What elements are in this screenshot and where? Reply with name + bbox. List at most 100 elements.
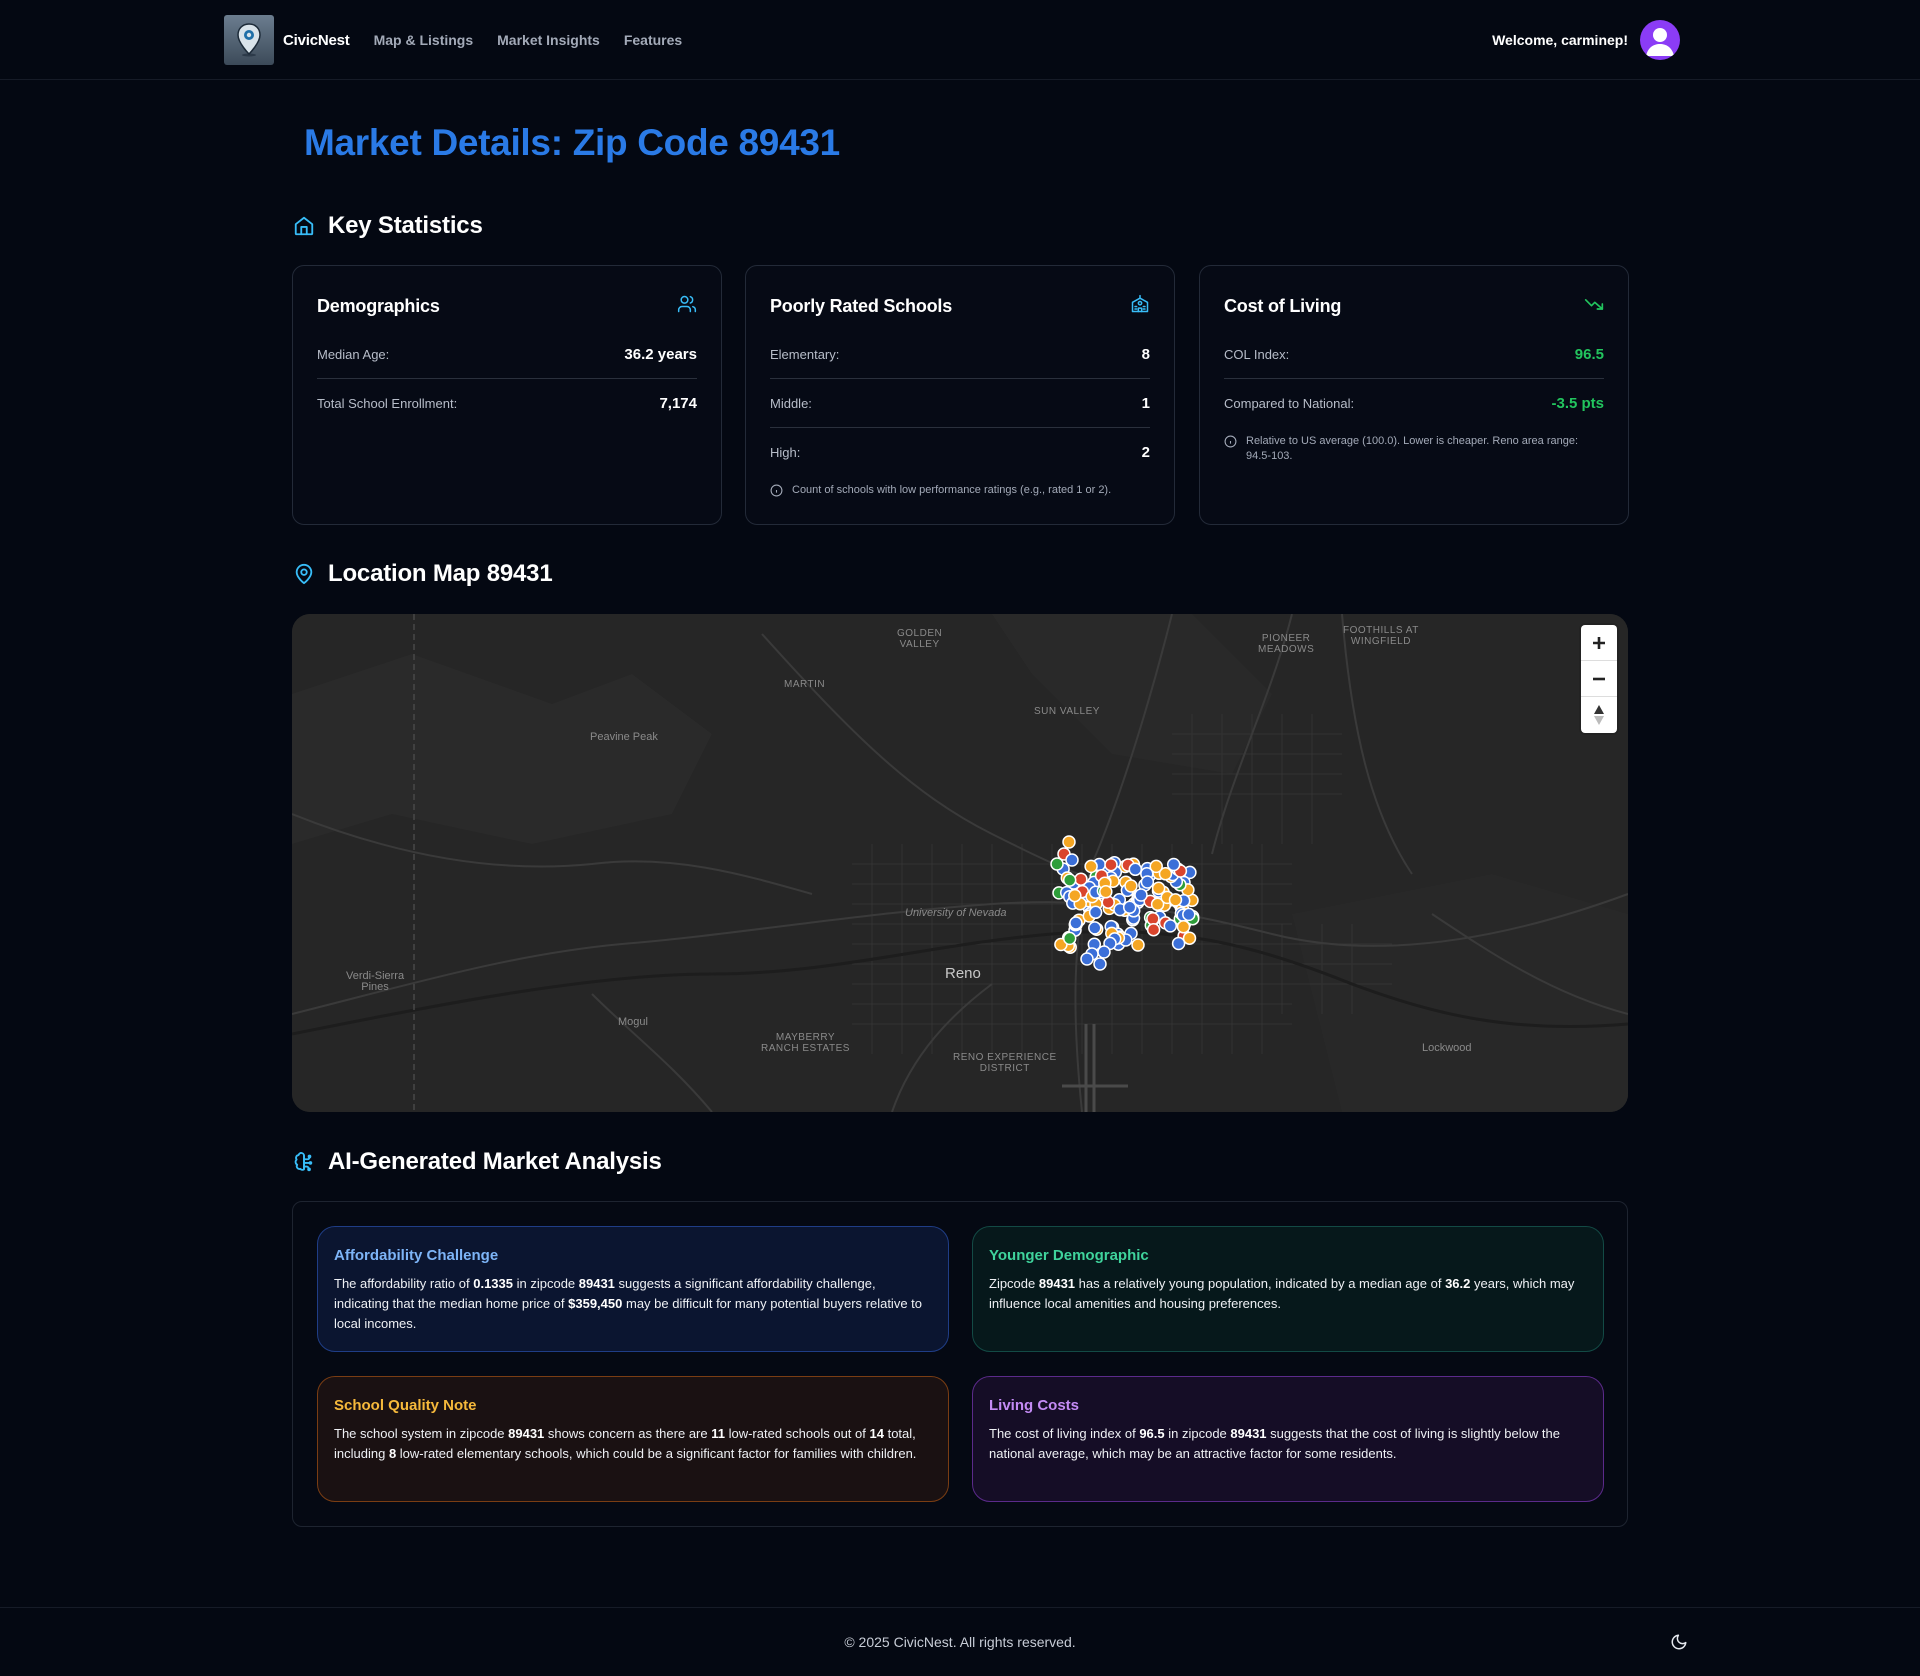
nav-link-map-listings[interactable]: Map & Listings: [374, 32, 474, 48]
elementary-label: Elementary:: [770, 346, 840, 362]
listing-marker[interactable]: [1097, 945, 1111, 959]
col-note-text: Relative to US average (100.0). Lower is…: [1246, 435, 1579, 462]
logo-icon[interactable]: [224, 15, 274, 65]
text-segment: The affordability ratio of: [334, 1276, 474, 1291]
listing-marker[interactable]: [1084, 859, 1098, 874]
text-segment: low-rated schools out of: [724, 1426, 870, 1441]
nav-link-features[interactable]: Features: [624, 32, 682, 48]
listing-marker[interactable]: [1062, 835, 1076, 849]
listing-marker[interactable]: [1074, 872, 1088, 886]
theme-toggle-button[interactable]: [1670, 1633, 1688, 1651]
median-age: 36.2: [1445, 1276, 1471, 1291]
listing-marker[interactable]: [1093, 957, 1107, 971]
middle-label: Middle:: [770, 395, 812, 411]
listing-marker[interactable]: [1062, 931, 1077, 946]
listing-marker[interactable]: [1065, 853, 1079, 867]
schools-note: Count of schools with low performance ra…: [770, 483, 1150, 498]
listing-marker[interactable]: [1099, 885, 1113, 899]
low-rated-count: 11: [711, 1426, 725, 1441]
listing-marker[interactable]: [1134, 888, 1148, 902]
insight-living-costs-title: Living Costs: [989, 1397, 1080, 1414]
page-title: Market Details: Zip Code 89431: [304, 122, 840, 163]
location-map-heading: Location Map 89431: [292, 560, 553, 588]
location-map[interactable]: GOLDEN VALLEY PIONEER MEADOWS FOOTHILLS …: [292, 614, 1628, 1112]
schools-note-text: Count of schools with low performance ra…: [792, 484, 1112, 496]
text-segment: Zipcode: [989, 1276, 1039, 1291]
listing-marker[interactable]: [1088, 921, 1102, 935]
high-label: High:: [770, 445, 801, 460]
copyright-text: © 2025 CivicNest. All rights reserved.: [844, 1634, 1076, 1650]
col-index: 96.5: [1139, 1426, 1165, 1441]
insight-affordability-text: The affordability ratio of 0.1335 in zip…: [334, 1274, 932, 1334]
users-icon: [677, 294, 697, 319]
col-national-value: -3.5 pts: [1551, 395, 1604, 412]
high-value: 2: [1141, 444, 1150, 461]
listing-marker[interactable]: [1068, 888, 1082, 903]
listing-marker[interactable]: [1140, 875, 1155, 889]
listing-marker[interactable]: [1088, 905, 1103, 920]
schools-title: Poorly Rated Schools: [770, 295, 953, 316]
enrollment-label: Total School Enrollment:: [317, 396, 458, 411]
zoom-in-button[interactable]: [1581, 625, 1617, 661]
listing-marker[interactable]: [1128, 862, 1143, 877]
zoom-out-button[interactable]: [1581, 661, 1617, 697]
listing-marker[interactable]: [1146, 922, 1161, 937]
listing-marker[interactable]: [1171, 936, 1186, 951]
listing-marker[interactable]: [1176, 920, 1191, 934]
affordability-ratio: 0.1335: [473, 1276, 513, 1291]
listing-marker[interactable]: [1168, 893, 1183, 907]
enrollment-value: 7,174: [659, 395, 697, 412]
demographics-card: Demographics Median Age: 36.2 years Tota…: [292, 265, 722, 525]
listing-marker[interactable]: [1124, 879, 1138, 893]
key-statistics-title: Key Statistics: [328, 212, 483, 239]
col-index-row: COL Index: 96.5: [1224, 330, 1604, 379]
high-row: High: 2: [770, 428, 1150, 477]
listing-marker[interactable]: [1182, 907, 1196, 922]
user-icon: [1646, 28, 1674, 56]
brand-name[interactable]: CivicNest: [283, 32, 350, 49]
zip-code: 89431: [1038, 1276, 1076, 1291]
compass-button[interactable]: [1581, 697, 1617, 733]
listing-marker[interactable]: [1163, 919, 1178, 933]
footer: © 2025 CivicNest. All rights reserved.: [0, 1607, 1920, 1676]
info-icon: [770, 484, 783, 497]
listing-marker[interactable]: [1069, 916, 1083, 930]
elementary-row: Elementary: 8: [770, 330, 1150, 379]
ai-analysis-panel: Affordability Challenge The affordabilit…: [292, 1201, 1628, 1527]
map-controls: [1581, 625, 1617, 733]
listing-marker[interactable]: [1050, 857, 1064, 871]
top-nav: CivicNest Map & Listings Market Insights…: [0, 0, 1920, 80]
col-national-row: Compared to National: -3.5 pts: [1224, 379, 1604, 428]
listing-marker[interactable]: [1080, 952, 1094, 966]
col-index-value: 96.5: [1574, 345, 1604, 363]
avatar[interactable]: [1640, 20, 1680, 60]
insight-demographic-title: Younger Demographic: [989, 1247, 1149, 1264]
insight-schools: School Quality Note The school system in…: [317, 1376, 949, 1502]
insight-schools-text: The school system in zipcode 89431 shows…: [334, 1424, 932, 1464]
median-age-value: 36.2 years: [624, 345, 697, 363]
brain-icon: [292, 1150, 316, 1174]
info-icon: [1224, 435, 1237, 448]
text-segment: The cost of living index of: [989, 1426, 1140, 1441]
elementary-value: 8: [1141, 345, 1150, 363]
col-national-label: Compared to National:: [1224, 396, 1355, 411]
ai-analysis-title: AI-Generated Market Analysis: [328, 1148, 662, 1175]
total-schools: 14: [869, 1426, 884, 1441]
listing-marker[interactable]: [1104, 857, 1118, 872]
insight-demographic: Younger Demographic Zipcode 89431 has a …: [972, 1226, 1604, 1352]
nav-link-market-insights[interactable]: Market Insights: [497, 32, 600, 48]
insight-living-costs-text: The cost of living index of 96.5 in zipc…: [989, 1424, 1587, 1464]
zip-code: 89431: [1230, 1426, 1267, 1441]
listing-marker[interactable]: [1166, 857, 1181, 872]
text-segment: in zipcode: [1164, 1426, 1231, 1441]
home-icon: [292, 214, 316, 238]
listing-marker[interactable]: [1122, 900, 1137, 915]
text-segment: in zipcode: [513, 1276, 579, 1291]
listing-markers[interactable]: [292, 614, 1628, 1112]
zip-code: 89431: [508, 1426, 545, 1441]
welcome-text: Welcome, carminep!: [1492, 32, 1628, 48]
listing-marker[interactable]: [1149, 859, 1163, 874]
listing-marker[interactable]: [1131, 938, 1145, 952]
listing-marker[interactable]: [1062, 873, 1077, 887]
listing-marker[interactable]: [1182, 931, 1197, 945]
